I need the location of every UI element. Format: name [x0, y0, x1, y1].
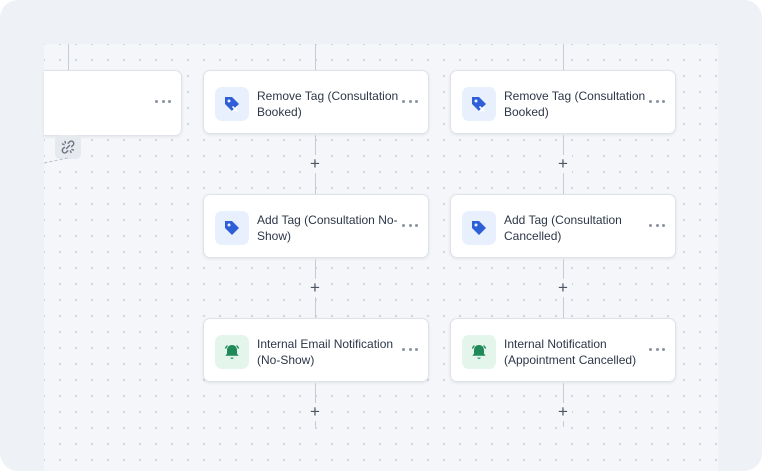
tag-icon: [215, 211, 249, 245]
bell-icon: [462, 335, 496, 369]
more-options-icon[interactable]: [402, 95, 418, 107]
workflow-node[interactable]: Add Tag (Consultation No-Show): [203, 194, 429, 258]
more-options-icon[interactable]: [155, 95, 171, 107]
workflow-node[interactable]: Add Tag (Consultation Cancelled): [450, 194, 676, 258]
workflow-node[interactable]: Internal Email Notification (No-Show): [203, 318, 429, 382]
add-step-button[interactable]: +: [306, 155, 324, 173]
node-label: Internal Email Notification (No-Show): [257, 337, 394, 367]
workflow-node[interactable]: Remove Tag (Consultation Booked): [203, 70, 429, 134]
add-step-button[interactable]: +: [306, 403, 324, 421]
add-step-button[interactable]: +: [554, 403, 572, 421]
node-label: Internal Notification (Appointment Cance…: [504, 337, 637, 367]
node-label: Remove Tag (Consultation Booked): [504, 89, 646, 119]
tag-remove-icon: [215, 87, 249, 121]
tag-remove-icon: [462, 87, 496, 121]
more-options-icon[interactable]: [649, 219, 665, 231]
bell-icon: [215, 335, 249, 369]
add-step-button[interactable]: +: [554, 279, 572, 297]
connector-line: [68, 44, 69, 70]
workflow-frame: Remove Tag (Consultation Booked) + Add T…: [0, 0, 762, 471]
more-options-icon[interactable]: [649, 343, 665, 355]
add-step-button[interactable]: +: [554, 155, 572, 173]
workflow-node[interactable]: Remove Tag (Consultation Booked): [450, 70, 676, 134]
tag-icon: [462, 211, 496, 245]
connector-line: [315, 44, 316, 70]
more-options-icon[interactable]: [649, 95, 665, 107]
add-step-button[interactable]: +: [306, 279, 324, 297]
node-label: Add Tag (Consultation Cancelled): [504, 213, 622, 243]
node-label: Add Tag (Consultation No-Show): [257, 213, 398, 243]
workflow-node-partial[interactable]: [44, 70, 182, 136]
unlink-icon[interactable]: [55, 135, 81, 159]
node-label: Remove Tag (Consultation Booked): [257, 89, 399, 119]
workflow-node[interactable]: Internal Notification (Appointment Cance…: [450, 318, 676, 382]
more-options-icon[interactable]: [402, 343, 418, 355]
connector-line: [563, 44, 564, 70]
more-options-icon[interactable]: [402, 219, 418, 231]
